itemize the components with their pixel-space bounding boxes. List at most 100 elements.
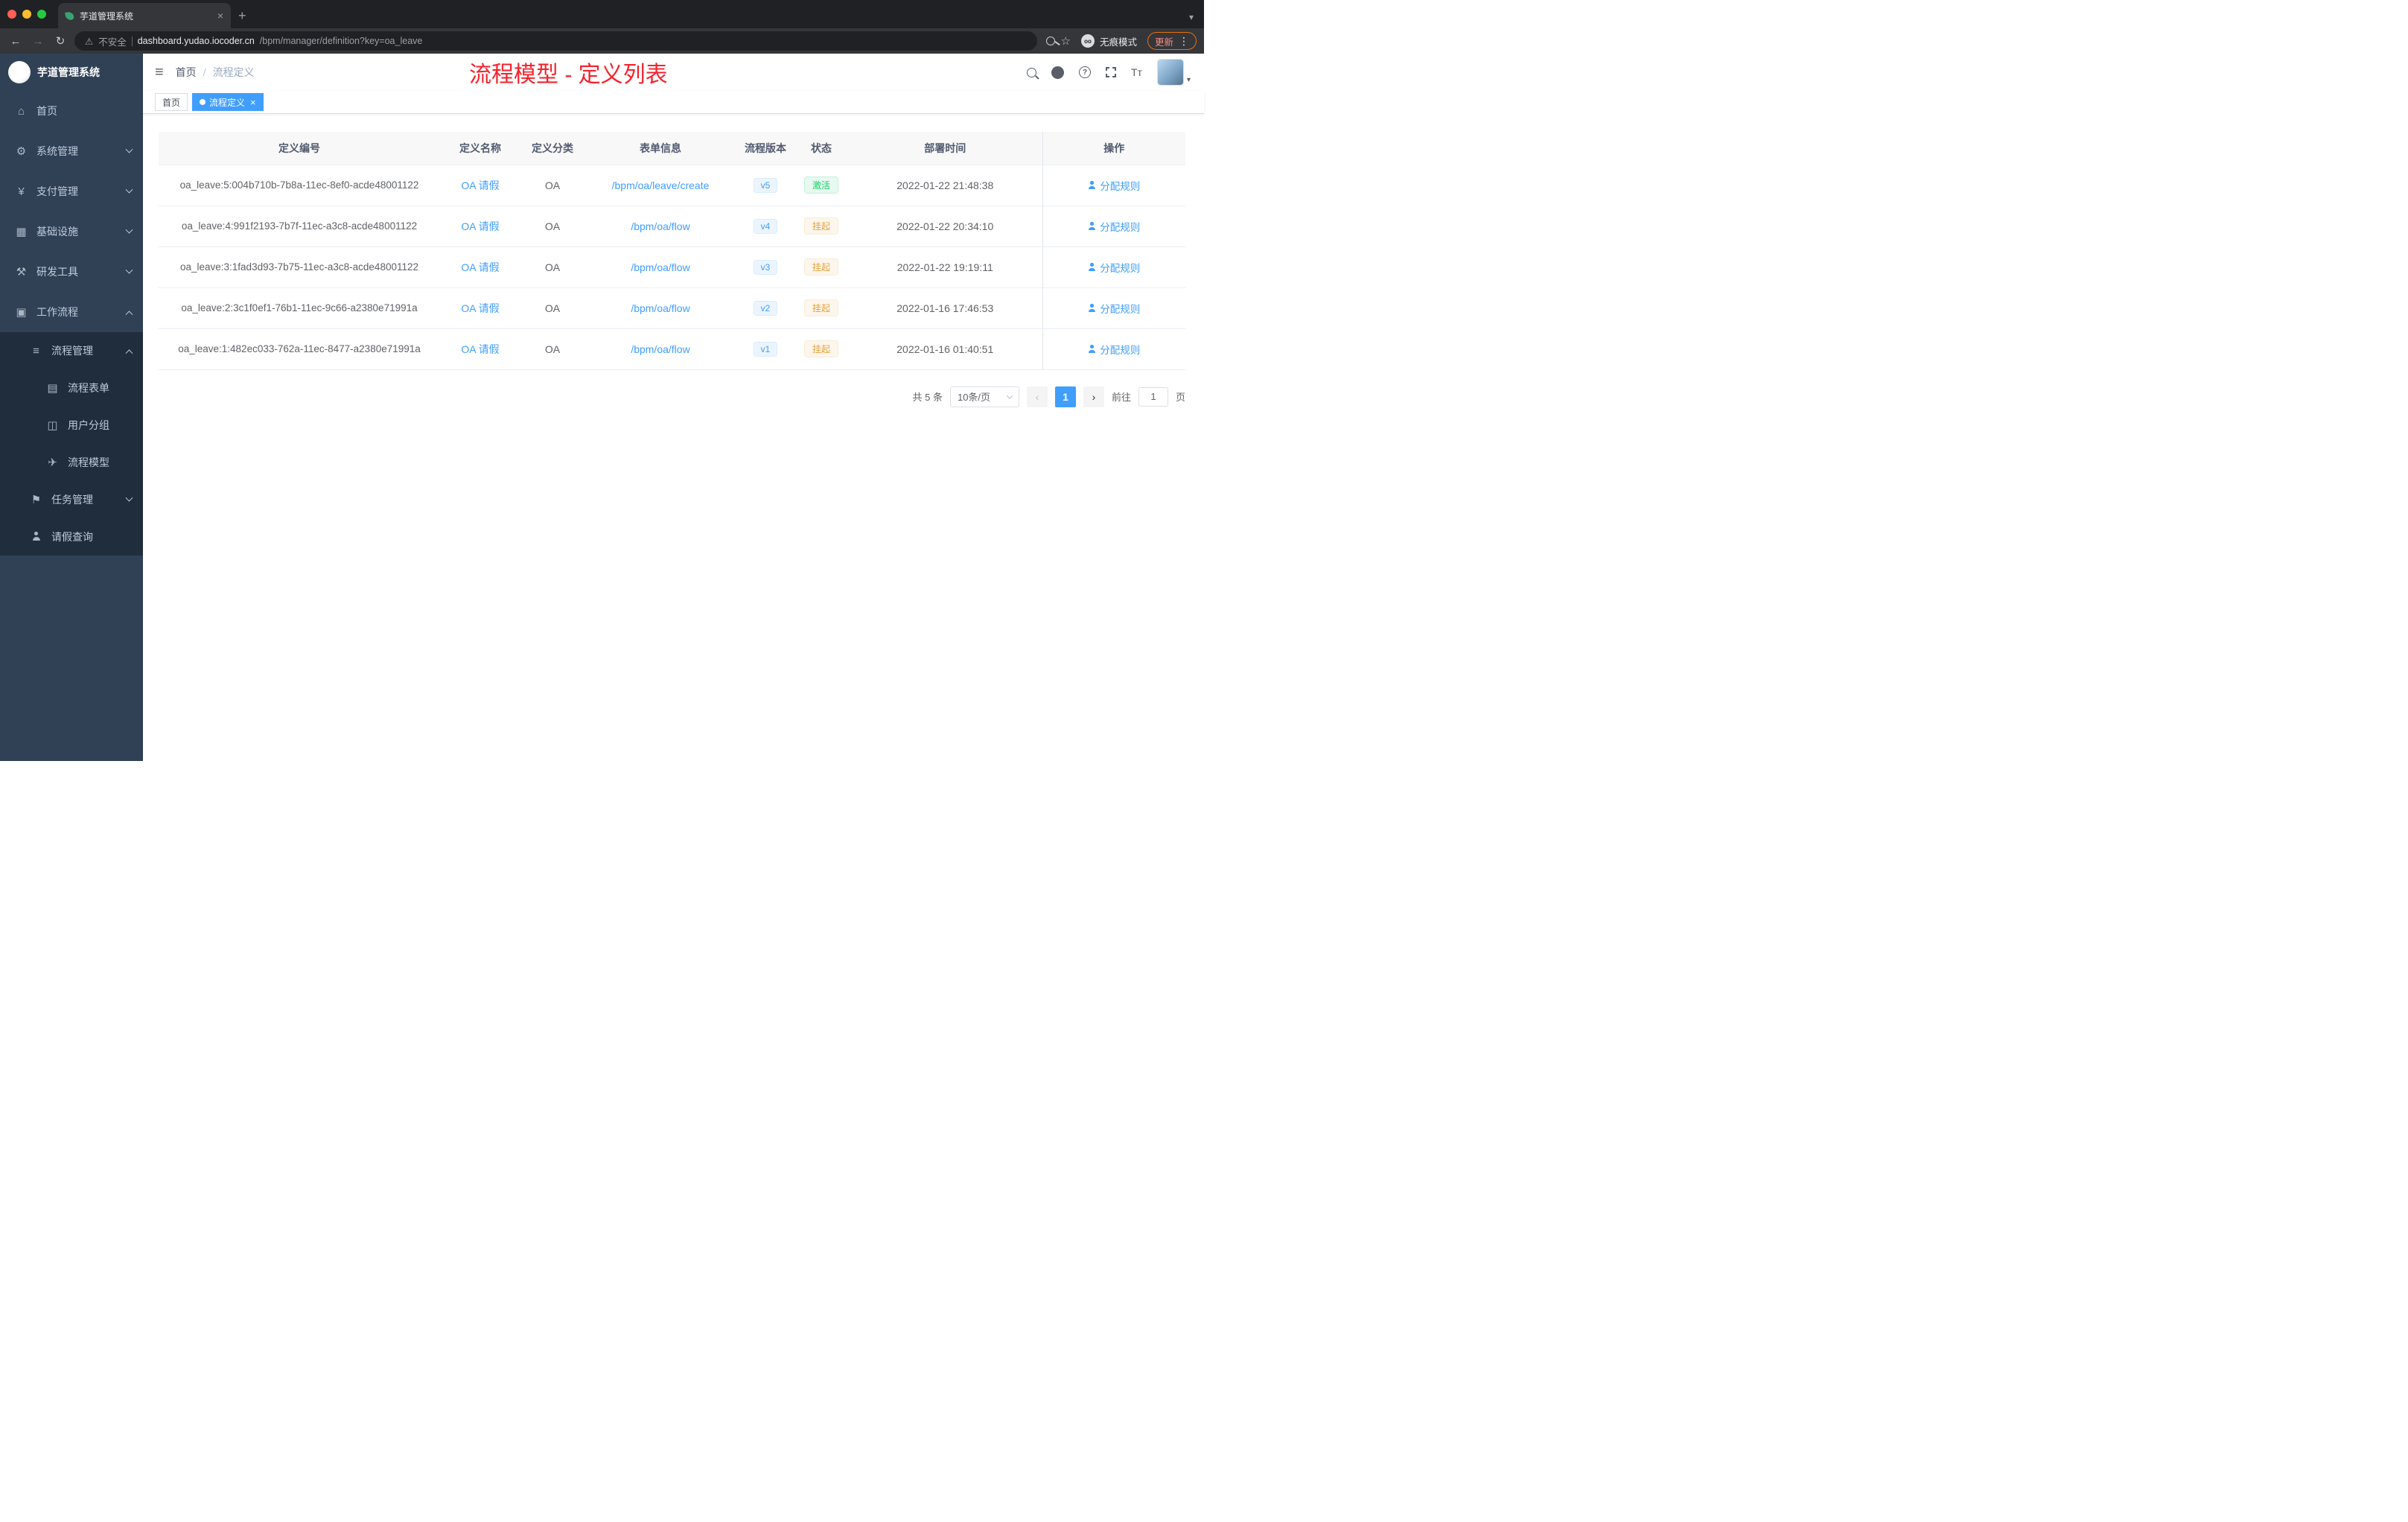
update-label: 更新 (1154, 36, 1173, 48)
definition-name-link[interactable]: OA 请假 (461, 302, 499, 314)
definition-id: oa_leave:2:3c1f0ef1-76b1-11ec-9c66-a2380… (159, 287, 440, 329)
tab-search-icon[interactable]: ▾ (1189, 12, 1194, 22)
minimize-window-button[interactable] (22, 10, 31, 19)
sidebar-item-process-management[interactable]: ≡ 流程管理 (0, 332, 143, 369)
security-label[interactable]: 不安全 (98, 34, 127, 48)
sidebar-item-label: 流程表单 (68, 382, 109, 394)
tag-process-definition[interactable]: 流程定义 × (192, 93, 264, 111)
sidebar-item-infrastructure[interactable]: ▦ 基础设施 (0, 211, 143, 252)
sidebar-item-process-model[interactable]: ✈ 流程模型 (0, 444, 143, 481)
topbar: ≡ 首页 / 流程定义 流程模型 - 定义列表 ? Tт ▾ (143, 54, 1204, 91)
status-badge: 挂起 (803, 299, 838, 316)
browser-update-chip[interactable]: 更新 ⋮ (1147, 32, 1197, 50)
definition-name-link[interactable]: OA 请假 (461, 179, 499, 191)
chevron-up-icon (125, 310, 133, 318)
assign-rule-link[interactable]: 分配规则 (1088, 219, 1140, 234)
page-size-select[interactable]: 10条/页 (949, 386, 1019, 407)
assign-rule-link[interactable]: 分配规则 (1088, 178, 1140, 193)
breadcrumb-home[interactable]: 首页 (176, 65, 197, 80)
password-key-icon[interactable] (1045, 36, 1055, 45)
col-definition-category: 定义分类 (520, 132, 585, 165)
flag-icon: ⚑ (31, 494, 42, 506)
form-info-link[interactable]: /bpm/oa/flow (631, 261, 689, 273)
briefcase-icon: ▣ (16, 306, 27, 319)
breadcrumb-current: 流程定义 (212, 66, 255, 78)
col-status: 状态 (794, 132, 848, 165)
version-badge: v5 (753, 177, 778, 193)
document-icon: ▤ (47, 382, 58, 395)
sidebar-item-leave-query[interactable]: 请假查询 (0, 518, 143, 555)
sidebar-item-dev-tools[interactable]: ⚒ 研发工具 (0, 252, 143, 292)
help-icon[interactable]: ? (1079, 66, 1091, 78)
browser-toolbar: ← → ↻ ⚠ 不安全 dashboard.yudao.iocoder.cn/b… (0, 28, 1204, 54)
form-info-link[interactable]: /bpm/oa/flow (631, 343, 689, 355)
assign-rule-link[interactable]: 分配规则 (1088, 301, 1140, 316)
form-info-link[interactable]: /bpm/oa/leave/create (612, 179, 710, 191)
browser-menu-icon[interactable]: ⋮ (1179, 35, 1189, 48)
assign-rule-link[interactable]: 分配规则 (1088, 342, 1140, 357)
close-window-button[interactable] (7, 10, 16, 19)
forward-icon[interactable]: → (30, 35, 46, 48)
browser-tab[interactable]: 芋道管理系统 × (58, 3, 231, 28)
next-page-button[interactable]: › (1083, 386, 1104, 407)
sidebar-item-label: 研发工具 (36, 266, 78, 278)
col-process-version: 流程版本 (736, 132, 794, 165)
sidebar-collapse-icon[interactable]: ≡ (155, 64, 164, 81)
page-1-button[interactable]: 1 (1054, 386, 1076, 407)
font-size-icon[interactable]: Tт (1131, 66, 1142, 78)
tools-icon: ⚒ (16, 266, 27, 278)
col-deploy-time: 部署时间 (848, 132, 1042, 165)
search-icon[interactable] (1027, 67, 1036, 77)
sidebar-item-system-management[interactable]: ⚙ 系统管理 (0, 131, 143, 171)
user-icon (1088, 304, 1096, 312)
chevron-down-icon (125, 266, 133, 274)
sidebar-item-label: 流程管理 (51, 345, 93, 357)
sidebar-brand: 芋道管理系统 (0, 54, 143, 91)
avatar[interactable] (1156, 59, 1184, 86)
goto-page-input[interactable] (1138, 386, 1168, 407)
sidebar-item-label: 系统管理 (36, 145, 78, 157)
main-area: ≡ 首页 / 流程定义 流程模型 - 定义列表 ? Tт ▾ 首页 流程定义 ×… (143, 54, 1204, 761)
sidebar-item-process-form[interactable]: ▤ 流程表单 (0, 369, 143, 407)
sidebar: 芋道管理系统 ⌂ 首页 ⚙ 系统管理 ¥ 支付管理 ▦ 基础设施 ⚒ 研发工具 … (0, 54, 143, 761)
monitor-icon: ▦ (16, 226, 27, 238)
col-definition-name: 定义名称 (440, 132, 520, 165)
new-tab-button[interactable]: + (238, 8, 246, 24)
sidebar-item-task-management[interactable]: ⚑ 任务管理 (0, 481, 143, 518)
github-icon[interactable] (1051, 66, 1064, 79)
user-group-icon: ◫ (47, 419, 58, 432)
browser-tabstrip: 芋道管理系统 × + ▾ (0, 0, 1204, 28)
zoom-window-button[interactable] (37, 10, 46, 19)
sidebar-item-workflow[interactable]: ▣ 工作流程 (0, 292, 143, 332)
version-badge: v4 (753, 218, 778, 234)
assign-rule-link[interactable]: 分配规则 (1088, 260, 1140, 275)
tag-home[interactable]: 首页 (155, 93, 188, 111)
version-badge: v1 (753, 341, 778, 357)
definition-name-link[interactable]: OA 请假 (461, 343, 499, 355)
sidebar-item-user-group[interactable]: ◫ 用户分组 (0, 407, 143, 444)
reload-icon[interactable]: ↻ (52, 34, 69, 48)
user-icon (1088, 181, 1096, 189)
tag-close-icon[interactable]: × (250, 97, 256, 108)
user-icon (1088, 222, 1096, 230)
definition-category: OA (520, 328, 585, 370)
tab-close-icon[interactable]: × (217, 10, 223, 22)
version-badge: v2 (753, 300, 778, 316)
sidebar-item-home[interactable]: ⌂ 首页 (0, 91, 143, 131)
table-row: oa_leave:2:3c1f0ef1-76b1-11ec-9c66-a2380… (159, 287, 1185, 329)
form-info-link[interactable]: /bpm/oa/flow (631, 220, 689, 232)
status-badge: 激活 (803, 176, 838, 194)
definition-name-link[interactable]: OA 请假 (461, 220, 499, 232)
sidebar-item-payment-management[interactable]: ¥ 支付管理 (0, 171, 143, 211)
back-icon[interactable]: ← (7, 35, 24, 48)
prev-page-button[interactable]: ‹ (1026, 386, 1048, 407)
definition-category: OA (520, 206, 585, 247)
bookmark-star-icon[interactable]: ☆ (1061, 34, 1071, 48)
form-info-link[interactable]: /bpm/oa/flow (631, 302, 689, 314)
definition-name-link[interactable]: OA 请假 (461, 261, 499, 273)
fullscreen-icon[interactable] (1106, 67, 1116, 77)
address-bar[interactable]: ⚠ 不安全 dashboard.yudao.iocoder.cn/bpm/man… (74, 31, 1037, 51)
page-size-value: 10条/页 (957, 392, 991, 403)
user-menu[interactable]: ▾ (1156, 59, 1191, 86)
col-definition-id: 定义编号 (159, 132, 440, 165)
